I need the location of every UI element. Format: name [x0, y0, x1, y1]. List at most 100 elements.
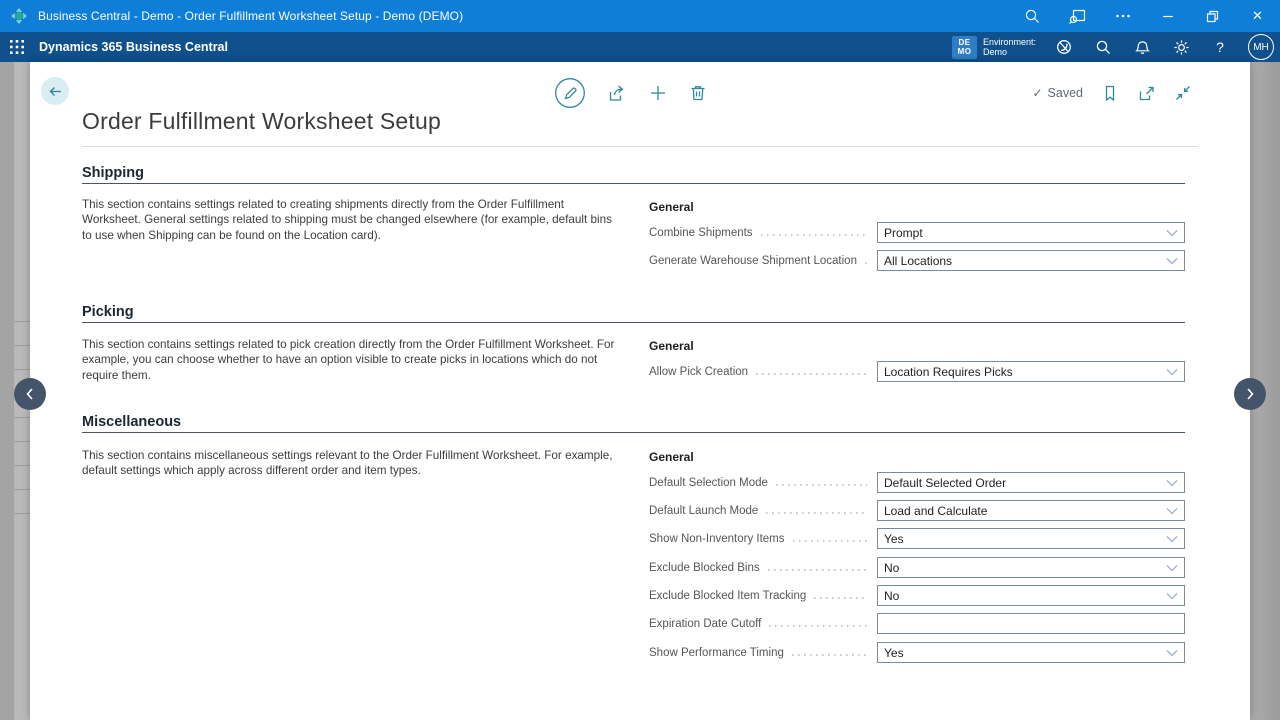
app-navbar: Dynamics 365 Business Central DE MO Envi…	[0, 32, 1280, 62]
divider	[82, 146, 1198, 147]
new-button[interactable]	[648, 83, 668, 103]
field-label: Expiration Date Cutoff	[649, 618, 761, 630]
section-heading-picking[interactable]: Picking	[82, 304, 1185, 323]
avatar[interactable]: MH	[1248, 34, 1274, 60]
back-button[interactable]	[41, 77, 69, 105]
show-non-inventory-items-select[interactable]: Yes	[877, 528, 1185, 549]
section-heading-shipping[interactable]: Shipping	[82, 165, 1185, 184]
field-row-show-non-inventory-items: Show Non-Inventory Items Yes	[649, 528, 1185, 549]
default-selection-mode-select[interactable]: Default Selected Order	[877, 472, 1185, 493]
default-launch-mode-select[interactable]: Load and Calculate	[877, 500, 1185, 521]
show-performance-timing-select[interactable]: Yes	[877, 642, 1185, 663]
notifications-icon[interactable]	[1131, 32, 1153, 62]
dotted-leader	[768, 569, 867, 571]
section-heading-miscellaneous[interactable]: Miscellaneous	[82, 414, 1185, 433]
window-title: Business Central - Demo - Order Fulfillm…	[38, 9, 463, 23]
waffle-menu-icon[interactable]	[0, 32, 34, 62]
content-card: ✓ Saved Order Fulfillment Worksheet Setu…	[30, 62, 1250, 720]
restore-icon[interactable]	[1190, 0, 1235, 32]
group-label: General	[649, 339, 694, 353]
dotted-leader	[766, 512, 867, 514]
settings-gear-icon[interactable]	[1170, 32, 1192, 62]
dotted-leader	[776, 484, 867, 486]
collapse-icon[interactable]	[1174, 84, 1192, 102]
window-titlebar: Business Central - Demo - Order Fulfillm…	[0, 0, 1280, 32]
chevron-down-icon	[1166, 229, 1178, 237]
dotted-leader	[792, 654, 867, 656]
chevron-down-icon	[1166, 535, 1178, 543]
brand-title[interactable]: Dynamics 365 Business Central	[39, 40, 228, 54]
save-status: ✓ Saved	[1032, 86, 1083, 100]
chevron-down-icon	[1166, 257, 1178, 265]
search-icon[interactable]	[1092, 32, 1114, 62]
field-row-generate-warehouse-shipment-location: Generate Warehouse Shipment Location All…	[649, 250, 1185, 271]
saved-label: Saved	[1048, 86, 1083, 100]
field-label: Exclude Blocked Bins	[649, 562, 760, 574]
navbar-right: DE MO Environment: Demo ? MH	[952, 32, 1274, 62]
generate-warehouse-shipment-location-select[interactable]: All Locations	[877, 250, 1185, 271]
more-options-icon[interactable]	[1100, 0, 1145, 32]
tab-search-icon[interactable]	[1055, 0, 1100, 32]
group-label: General	[649, 450, 694, 464]
zoom-icon[interactable]	[1010, 0, 1055, 32]
group-label: General	[649, 200, 694, 214]
environment-badge: DE MO	[952, 36, 977, 59]
delete-button[interactable]	[688, 83, 708, 103]
minimize-icon[interactable]	[1145, 0, 1190, 32]
chevron-down-icon	[1166, 592, 1178, 600]
exclude-blocked-bins-select[interactable]: No	[877, 557, 1185, 578]
field-row-allow-pick-creation: Allow Pick Creation Location Requires Pi…	[649, 361, 1185, 382]
help-icon[interactable]: ?	[1209, 32, 1231, 62]
section-description-miscellaneous: This section contains miscellaneous sett…	[82, 448, 619, 479]
chevron-down-icon	[1166, 649, 1178, 657]
chevron-down-icon	[1166, 368, 1178, 376]
field-label: Exclude Blocked Item Tracking	[649, 590, 806, 602]
bookmark-icon[interactable]	[1101, 84, 1119, 102]
open-in-window-icon[interactable]	[1137, 84, 1156, 103]
page-title: Order Fulfillment Worksheet Setup	[82, 108, 441, 135]
dotted-leader	[793, 540, 867, 542]
field-row-expiration-date-cutoff: Expiration Date Cutoff	[649, 613, 1185, 634]
environment-text: Environment: Demo	[983, 37, 1036, 57]
section-description-shipping: This section contains settings related t…	[82, 197, 619, 243]
allow-pick-creation-select[interactable]: Location Requires Picks	[877, 361, 1185, 382]
field-label: Generate Warehouse Shipment Location	[649, 255, 857, 267]
field-row-exclude-blocked-item-tracking: Exclude Blocked Item Tracking No	[649, 585, 1185, 606]
previous-record-button[interactable]	[14, 378, 46, 410]
combine-shipments-select[interactable]: Prompt	[877, 222, 1185, 243]
next-record-button[interactable]	[1234, 378, 1266, 410]
field-row-exclude-blocked-bins: Exclude Blocked Bins No	[649, 557, 1185, 578]
environment-indicator: DE MO Environment: Demo	[952, 36, 1036, 59]
expiration-date-cutoff-input[interactable]	[877, 613, 1185, 634]
field-label: Show Performance Timing	[649, 647, 784, 659]
chevron-down-icon	[1166, 564, 1178, 572]
field-label: Default Selection Mode	[649, 477, 768, 489]
edit-button[interactable]	[554, 77, 586, 109]
chevron-down-icon	[1166, 479, 1178, 487]
titlebar-actions: ✕	[1010, 0, 1280, 32]
field-label: Allow Pick Creation	[649, 366, 748, 378]
dotted-leader	[769, 625, 867, 627]
chevron-down-icon	[1166, 507, 1178, 515]
field-row-show-performance-timing: Show Performance Timing Yes	[649, 642, 1185, 663]
section-description-picking: This section contains settings related t…	[82, 337, 619, 383]
exclude-blocked-item-tracking-select[interactable]: No	[877, 585, 1185, 606]
share-icon[interactable]	[606, 82, 628, 104]
workspace: ✓ Saved Order Fulfillment Worksheet Setu…	[0, 62, 1280, 720]
action-bar	[554, 77, 708, 109]
dotted-leader	[814, 597, 867, 599]
field-label: Default Launch Mode	[649, 505, 758, 517]
close-icon[interactable]: ✕	[1235, 0, 1280, 32]
field-label: Show Non-Inventory Items	[649, 533, 785, 545]
dotted-leader	[865, 262, 867, 264]
field-row-default-launch-mode: Default Launch Mode Load and Calculate	[649, 500, 1185, 521]
field-row-default-selection-mode: Default Selection Mode Default Selected …	[649, 472, 1185, 493]
dotted-leader	[756, 373, 867, 375]
business-central-logo-icon	[9, 6, 29, 26]
field-label: Combine Shipments	[649, 227, 753, 239]
action-bar-right: ✓ Saved	[1032, 77, 1192, 109]
dotted-leader	[761, 234, 867, 236]
copilot-icon[interactable]	[1053, 32, 1075, 62]
field-row-combine-shipments: Combine Shipments Prompt	[649, 222, 1185, 243]
check-icon: ✓	[1032, 86, 1042, 100]
